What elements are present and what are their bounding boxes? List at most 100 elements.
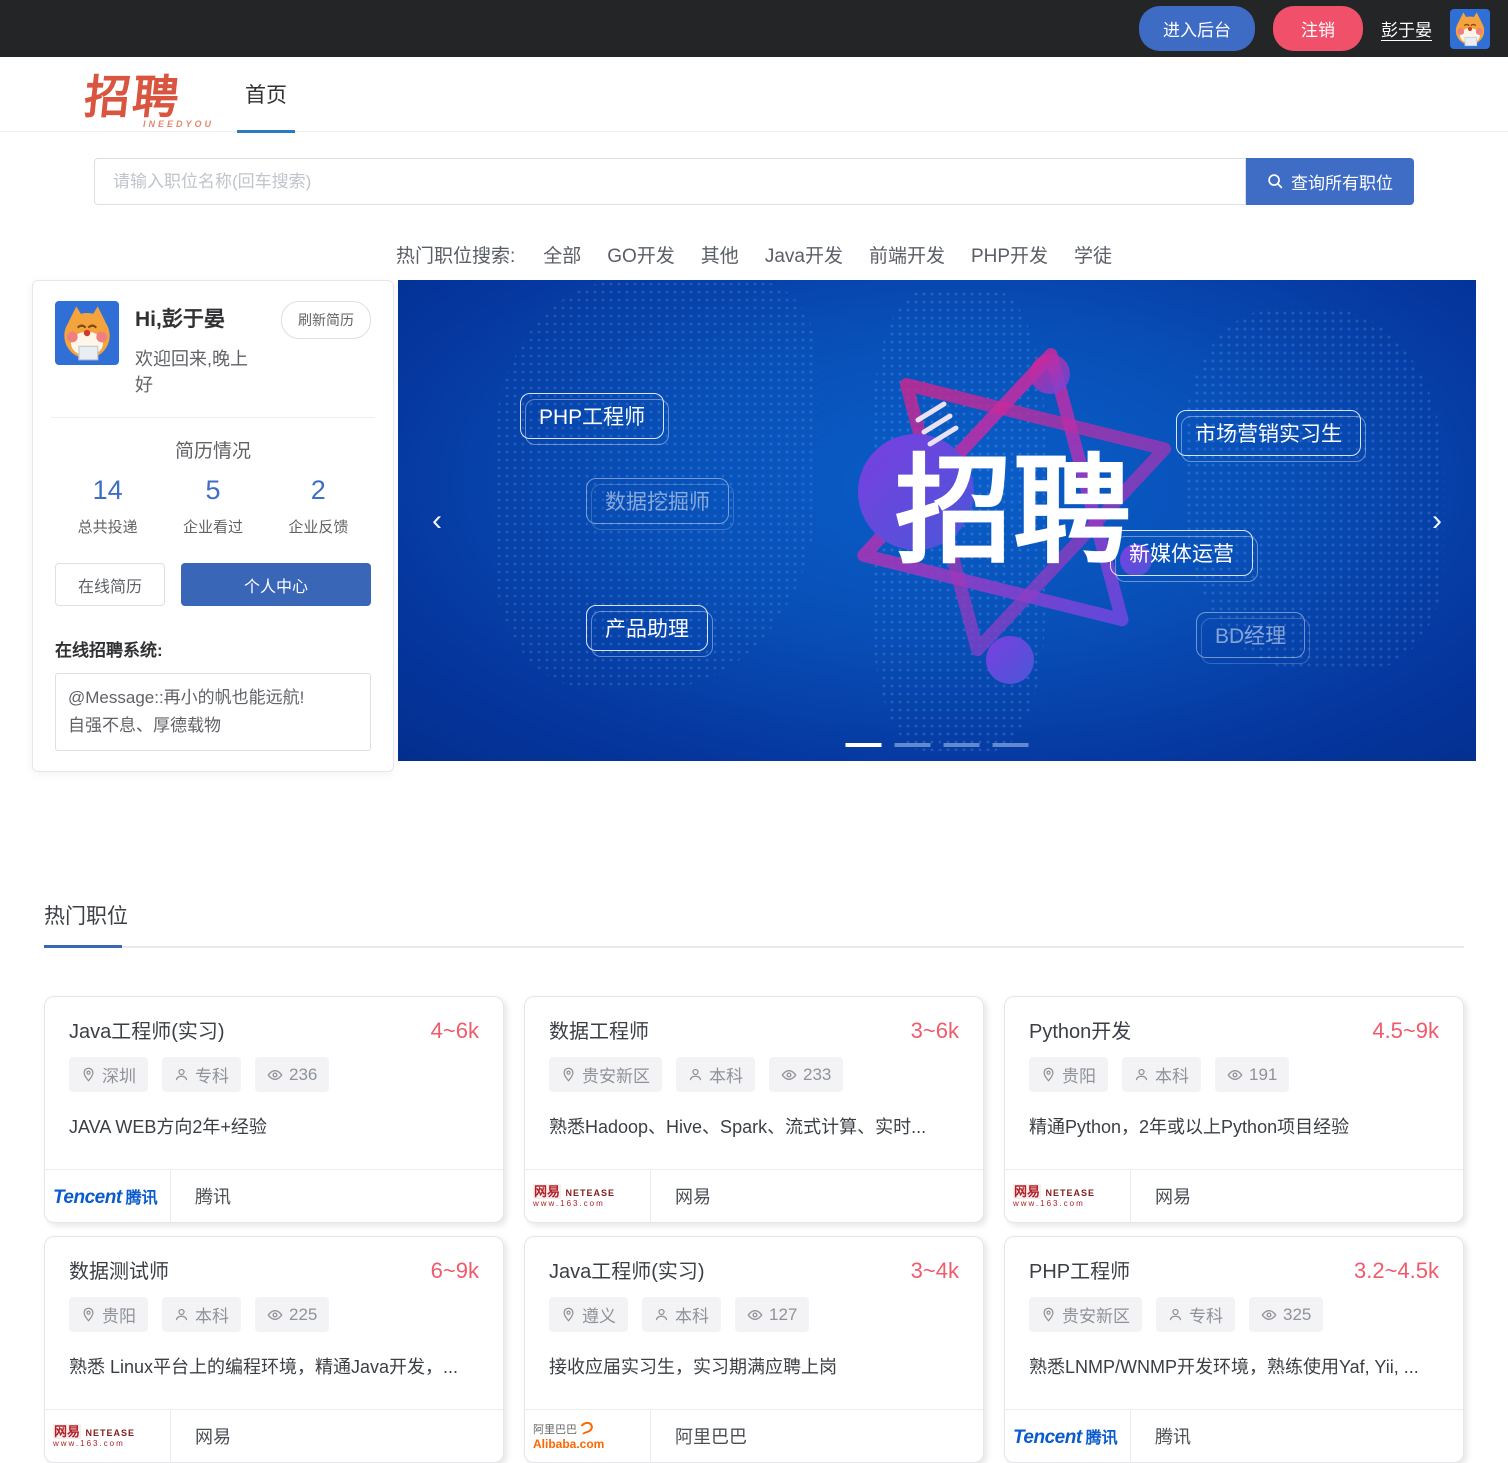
welcome-message: 欢迎回来,晚上好 [135,349,249,395]
job-cards-grid: Java工程师(实习) 4~6k 深圳 专科 236 JAVA WEB方向2年+… [44,996,1464,1463]
eye-icon [267,1069,283,1080]
nav-home-tab[interactable]: 首页 [243,71,289,117]
job-card-body: Python开发 4.5~9k 贵阳 本科 191 精通Python，2年或以上… [1005,997,1463,1153]
tencent-logo: Tencent 腾讯 [1013,1424,1118,1449]
system-message-box: @Message::再小的帆也能远航! 自强不息、厚德载物 [55,673,371,752]
location-pin-icon [563,1067,574,1082]
netease-logo: 网易 NETEASE www.163.com [53,1423,135,1449]
site-logo[interactable]: 招聘 INEEDYOU [82,61,211,129]
job-location: 贵安新区 [582,1067,650,1087]
job-tags: 深圳 专科 236 [69,1057,479,1093]
refresh-resume-button[interactable]: 刷新简历 [281,301,371,339]
hot-search-link[interactable]: 全部 [543,241,581,268]
location-pin-icon [83,1067,94,1082]
hot-search-link[interactable]: PHP开发 [971,241,1048,268]
job-card[interactable]: Python开发 4.5~9k 贵阳 本科 191 精通Python，2年或以上… [1004,996,1464,1224]
company-logo: Tencent 腾讯 [45,1170,171,1223]
search-all-jobs-button[interactable]: 查询所有职位 [1246,158,1414,205]
logout-button[interactable]: 注销 [1273,6,1363,51]
netease-logo-en: NETEASE [565,1187,615,1198]
username-link[interactable]: 彭于晏 [1381,16,1432,41]
banner-chip: BD经理 [1196,612,1311,664]
hot-search-link[interactable]: 学徒 [1074,241,1112,268]
job-card-body: 数据工程师 3~6k 贵安新区 本科 233 熟悉Hadoop、Hive、Spa… [525,997,983,1153]
hot-search-links: 全部 GO开发 其他 Java开发 前端开发 PHP开发 学徒 [543,241,1112,268]
user-greeting: Hi,彭于晏 [135,308,225,331]
job-title: 数据测试师 [69,1261,169,1284]
carousel-next-arrow-icon[interactable]: › [1432,505,1442,536]
company-name: 网易 [195,1427,231,1448]
netease-logo: 网易 NETEASE www.163.com [533,1183,615,1209]
job-card-footer: 网易 NETEASE www.163.com 网易 [45,1409,503,1463]
job-title: Python开发 [1029,1021,1132,1044]
carousel-prev-arrow-icon[interactable]: ‹ [432,505,442,536]
job-description: 接收应届实习生，实习期满应聘上岗 [549,1357,837,1378]
job-card[interactable]: 数据工程师 3~6k 贵安新区 本科 233 熟悉Hadoop、Hive、Spa… [524,996,984,1224]
stat-label: 企业反馈 [288,519,349,536]
job-tags: 贵安新区 本科 233 [549,1057,959,1093]
company-logo: 网易 NETEASE www.163.com [525,1170,651,1223]
job-location: 贵阳 [102,1307,136,1327]
hot-search-link[interactable]: 其他 [701,241,739,268]
hot-search-link[interactable]: Java开发 [765,241,843,268]
job-views: 191 [1249,1064,1278,1084]
job-card-body: 数据测试师 6~9k 贵阳 本科 225 熟悉 Linux平台上的编程环境，精通… [45,1237,503,1393]
job-card-body: Java工程师(实习) 3~4k 遵义 本科 127 接收应届实习生，实习期满应… [525,1237,983,1393]
job-education-tag: 本科 [642,1297,721,1333]
person-icon [175,1068,188,1081]
enter-admin-button[interactable]: 进入后台 [1139,6,1255,51]
hot-search-link[interactable]: GO开发 [607,241,675,268]
job-description: 熟悉 Linux平台上的编程环境，精通Java开发，... [69,1357,459,1378]
job-salary: 4~6k [430,1018,479,1044]
job-views: 127 [769,1304,798,1324]
location-pin-icon [1043,1307,1054,1322]
user-avatar[interactable] [1450,8,1490,49]
banner-chip: 数据挖掘师 [586,478,734,530]
stat-value: 14 [92,475,123,505]
carousel-dot[interactable] [943,743,980,747]
job-title: Java工程师(实习) [549,1261,705,1284]
job-education: 本科 [709,1067,743,1087]
job-tags: 贵阳 本科 225 [69,1297,479,1333]
job-location: 贵阳 [1062,1067,1096,1087]
personal-center-button[interactable]: 个人中心 [181,563,371,606]
job-location-tag: 贵阳 [1029,1057,1108,1093]
job-description: 精通Python，2年或以上Python项目经验 [1029,1117,1350,1138]
carousel-indicators [845,743,1029,747]
job-education: 本科 [1155,1067,1189,1087]
company-logo: 网易 NETEASE www.163.com [45,1410,171,1463]
job-card[interactable]: Java工程师(实习) 3~4k 遵义 本科 127 接收应届实习生，实习期满应… [524,1236,984,1463]
job-salary: 3~4k [910,1258,959,1284]
netease-logo-url: www.163.com [1013,1199,1085,1209]
user-info: Hi,彭于晏 欢迎回来,晚上好 [135,301,265,397]
user-resume-card: Hi,彭于晏 欢迎回来,晚上好 刷新简历 简历情况 14 总共投递 5 企业看过 2 企业… [32,280,394,773]
job-location: 贵安新区 [1062,1307,1130,1327]
netease-logo-en: NETEASE [1045,1187,1095,1198]
banner-carousel[interactable]: 招聘 PHP工程师 数据挖掘师 产品助理 市场营销实习生 新媒体运营 BD经理 … [398,280,1476,761]
person-icon [1135,1068,1148,1081]
hot-jobs-title-bar: 热门职位 [44,900,1464,949]
job-tags: 遵义 本科 127 [549,1297,959,1333]
hot-search-link[interactable]: 前端开发 [869,241,945,268]
job-views-tag: 325 [1249,1297,1324,1333]
search-input[interactable] [94,158,1246,205]
job-location-tag: 贵阳 [69,1297,148,1333]
stat-value: 2 [310,475,326,505]
job-card[interactable]: Java工程师(实习) 4~6k 深圳 专科 236 JAVA WEB方向2年+… [44,996,504,1224]
netease-logo-cn: 网易 [53,1423,82,1439]
carousel-dot[interactable] [894,743,931,747]
job-card[interactable]: PHP工程师 3.2~4.5k 贵安新区 专科 325 熟悉LNMP/WNMP开… [1004,1236,1464,1463]
job-card-footer: Tencent 腾讯 腾讯 [1005,1409,1463,1463]
banner-chip: 新媒体运营 [1110,530,1258,582]
job-education: 专科 [195,1067,229,1087]
company-logo: 网易 NETEASE www.163.com [1005,1170,1131,1223]
job-card-body: PHP工程师 3.2~4.5k 贵安新区 专科 325 熟悉LNMP/WNMP开… [1005,1237,1463,1393]
hot-search-row: 热门职位搜索: 全部 GO开发 其他 Java开发 前端开发 PHP开发 学徒 [0,241,1508,268]
resume-status-title: 简历情况 [174,441,251,462]
job-card[interactable]: 数据测试师 6~9k 贵阳 本科 225 熟悉 Linux平台上的编程环境，精通… [44,1236,504,1463]
carousel-dot[interactable] [992,743,1029,747]
alibaba-logo-en: Alibaba.com [533,1437,605,1452]
online-resume-button[interactable]: 在线简历 [55,563,165,606]
carousel-dot[interactable] [845,743,882,747]
job-description: 熟悉Hadoop、Hive、Spark、流式计算、实时... [549,1117,927,1138]
